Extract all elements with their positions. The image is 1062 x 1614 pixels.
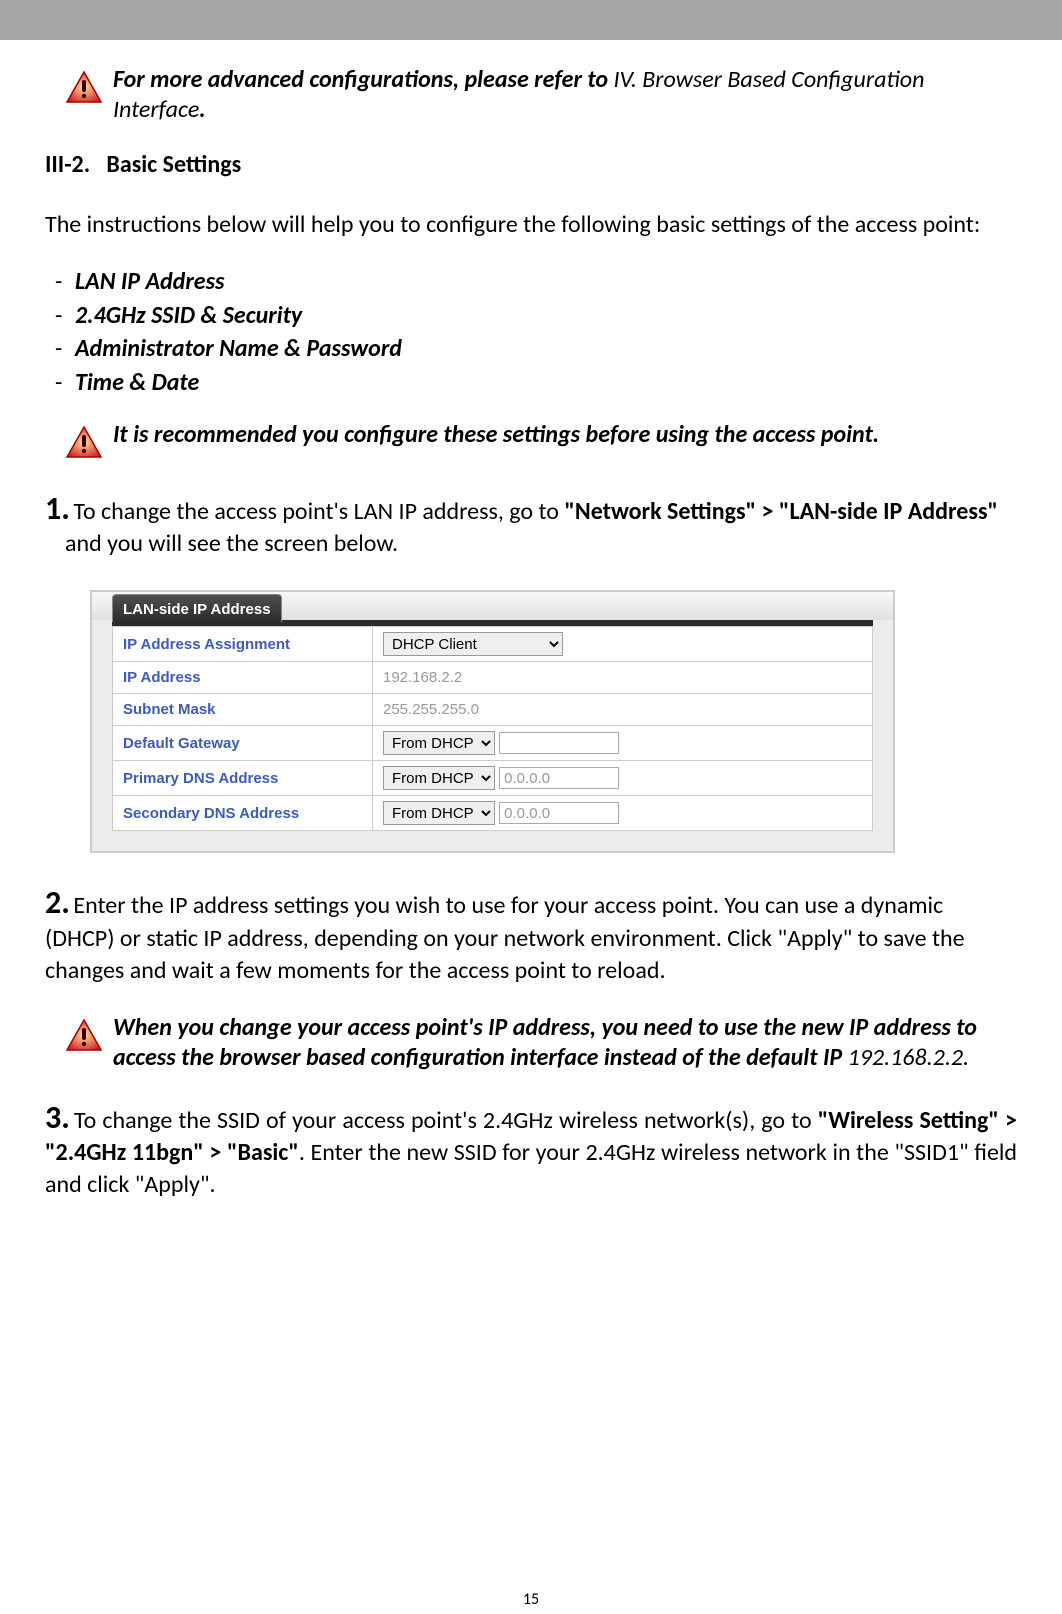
list-item: -Administrator Name & Password bbox=[55, 332, 1017, 366]
list-item: -Time & Date bbox=[55, 366, 1017, 400]
step-text: and you will see the screen below. bbox=[65, 529, 398, 558]
warning-text: It is recommended you configure these se… bbox=[113, 420, 879, 450]
label-ip-assignment: IP Address Assignment bbox=[113, 627, 373, 662]
warning-icon bbox=[65, 425, 103, 464]
table-row: Subnet Mask 255.255.255.0 bbox=[113, 694, 873, 726]
input-secondary-dns[interactable] bbox=[499, 802, 619, 824]
input-primary-dns[interactable] bbox=[499, 767, 619, 789]
select-primary-dns[interactable]: From DHCP bbox=[383, 766, 495, 790]
step-2: 2. Enter the IP address settings you wis… bbox=[45, 883, 1017, 987]
table-row: Primary DNS Address From DHCP bbox=[113, 761, 873, 796]
table-row: IP Address Assignment DHCP Client bbox=[113, 627, 873, 662]
label-subnet: Subnet Mask bbox=[113, 694, 373, 726]
warning-recommended: It is recommended you configure these se… bbox=[65, 420, 1017, 464]
step-text: To change the SSID of your access point'… bbox=[74, 1106, 818, 1135]
warning-ip-change: When you change your access point's IP a… bbox=[65, 1013, 1017, 1073]
step-text: Enter the IP address settings you wish t… bbox=[45, 891, 965, 985]
step-number: 3. bbox=[45, 1098, 70, 1137]
select-gateway[interactable]: From DHCP bbox=[383, 731, 495, 755]
label-secondary-dns: Secondary DNS Address bbox=[113, 796, 373, 831]
select-ip-assignment[interactable]: DHCP Client bbox=[383, 632, 563, 656]
table-row: Default Gateway From DHCP bbox=[113, 726, 873, 761]
list-item: -2.4GHz SSID & Security bbox=[55, 299, 1017, 333]
warning-text: When you change your access point's IP a… bbox=[113, 1013, 1017, 1073]
step-3: 3. To change the SSID of your access poi… bbox=[45, 1098, 1017, 1202]
section-heading: III-2. Basic Settings bbox=[45, 150, 1017, 179]
warning-advanced-config: For more advanced configurations, please… bbox=[65, 65, 1017, 125]
step-text-bold: "Network Settings" > "LAN-side IP Addres… bbox=[564, 497, 998, 526]
label-primary-dns: Primary DNS Address bbox=[113, 761, 373, 796]
list-item: -LAN IP Address bbox=[55, 265, 1017, 299]
step-number: 2. bbox=[45, 883, 70, 922]
config-table: IP Address Assignment DHCP Client IP Add… bbox=[112, 626, 873, 831]
label-gateway: Default Gateway bbox=[113, 726, 373, 761]
step-text: To change the access point's LAN IP addr… bbox=[73, 497, 564, 526]
intro-paragraph: The instructions below will help you to … bbox=[45, 209, 1017, 240]
step-1: 1. To change the access point's LAN IP a… bbox=[45, 489, 1017, 561]
lan-ip-screenshot: LAN-side IP Address IP Address Assignmen… bbox=[90, 590, 895, 853]
tab-bar: LAN-side IP Address bbox=[92, 590, 893, 620]
warning-icon bbox=[65, 1018, 103, 1057]
select-secondary-dns[interactable]: From DHCP bbox=[383, 801, 495, 825]
warning-icon bbox=[65, 70, 103, 109]
value-subnet: 255.255.255.0 bbox=[373, 694, 873, 726]
header-gray-bar bbox=[0, 0, 1062, 40]
table-row: Secondary DNS Address From DHCP bbox=[113, 796, 873, 831]
step-number: 1. bbox=[45, 489, 70, 528]
table-row: IP Address 192.168.2.2 bbox=[113, 662, 873, 694]
warning-text: For more advanced configurations, please… bbox=[113, 65, 1017, 125]
page-number: 15 bbox=[523, 1590, 539, 1609]
settings-bullet-list: -LAN IP Address -2.4GHz SSID & Security … bbox=[55, 265, 1017, 399]
input-gateway[interactable] bbox=[499, 732, 619, 754]
tab-lan-ip: LAN-side IP Address bbox=[112, 594, 282, 622]
label-ip-address: IP Address bbox=[113, 662, 373, 694]
value-ip-address: 192.168.2.2 bbox=[373, 662, 873, 694]
